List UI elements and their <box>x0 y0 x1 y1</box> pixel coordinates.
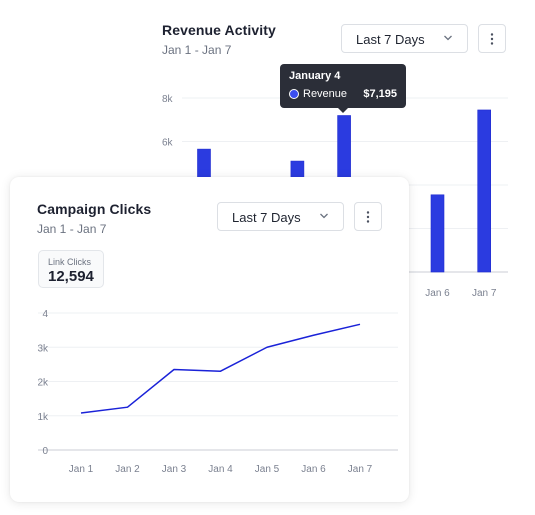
bar-x-tick-label: Jan 7 <box>472 288 497 299</box>
revenue-bar-jan-6[interactable] <box>430 194 445 273</box>
bar-y-tick-label: 8k <box>162 94 174 105</box>
line-y-tick-label: 4 <box>42 309 48 320</box>
campaign-clicks-card: Campaign Clicks Jan 1 - Jan 7 Last 7 Day… <box>10 177 409 502</box>
line-x-tick-label: Jan 5 <box>255 464 280 475</box>
link-clicks-point[interactable] <box>124 403 132 411</box>
tooltip-value: $7,195 <box>363 88 397 100</box>
link-clicks-point[interactable] <box>310 331 318 339</box>
revenue-bar-jan-7[interactable] <box>477 109 492 273</box>
line-x-tick-label: Jan 4 <box>208 464 233 475</box>
link-clicks-point[interactable] <box>77 409 85 417</box>
link-clicks-point[interactable] <box>356 320 364 328</box>
tooltip-title: January 4 <box>289 70 341 82</box>
line-y-tick-label: 3k <box>37 343 49 354</box>
revenue-tooltip: January 4 Revenue $7,195 <box>280 64 406 113</box>
link-clicks-point[interactable] <box>217 367 225 375</box>
link-clicks-point[interactable] <box>170 366 178 374</box>
line-x-tick-label: Jan 7 <box>348 464 373 475</box>
line-x-tick-label: Jan 2 <box>115 464 140 475</box>
link-clicks-point[interactable] <box>263 343 271 351</box>
tooltip-series-name: Revenue <box>303 88 348 100</box>
line-x-tick-label: Jan 1 <box>69 464 94 475</box>
line-y-tick-label: 0 <box>42 446 48 457</box>
bar-x-tick-label: Jan 6 <box>425 288 450 299</box>
line-y-tick-label: 2k <box>37 378 49 389</box>
line-y-tick-label: 1k <box>37 412 49 423</box>
line-x-tick-label: Jan 6 <box>301 464 326 475</box>
tooltip-series-dot-icon <box>289 89 299 99</box>
line-x-tick-label: Jan 3 <box>162 464 187 475</box>
clicks-line-chart: 0 1k 2k 3k 4 Jan 1 Jan 2 Jan 3 Jan 4 Jan 5 Jan 6 Ja… <box>37 309 398 475</box>
bar-y-tick-label: 6k <box>162 138 174 149</box>
tooltip-arrow <box>338 108 348 113</box>
